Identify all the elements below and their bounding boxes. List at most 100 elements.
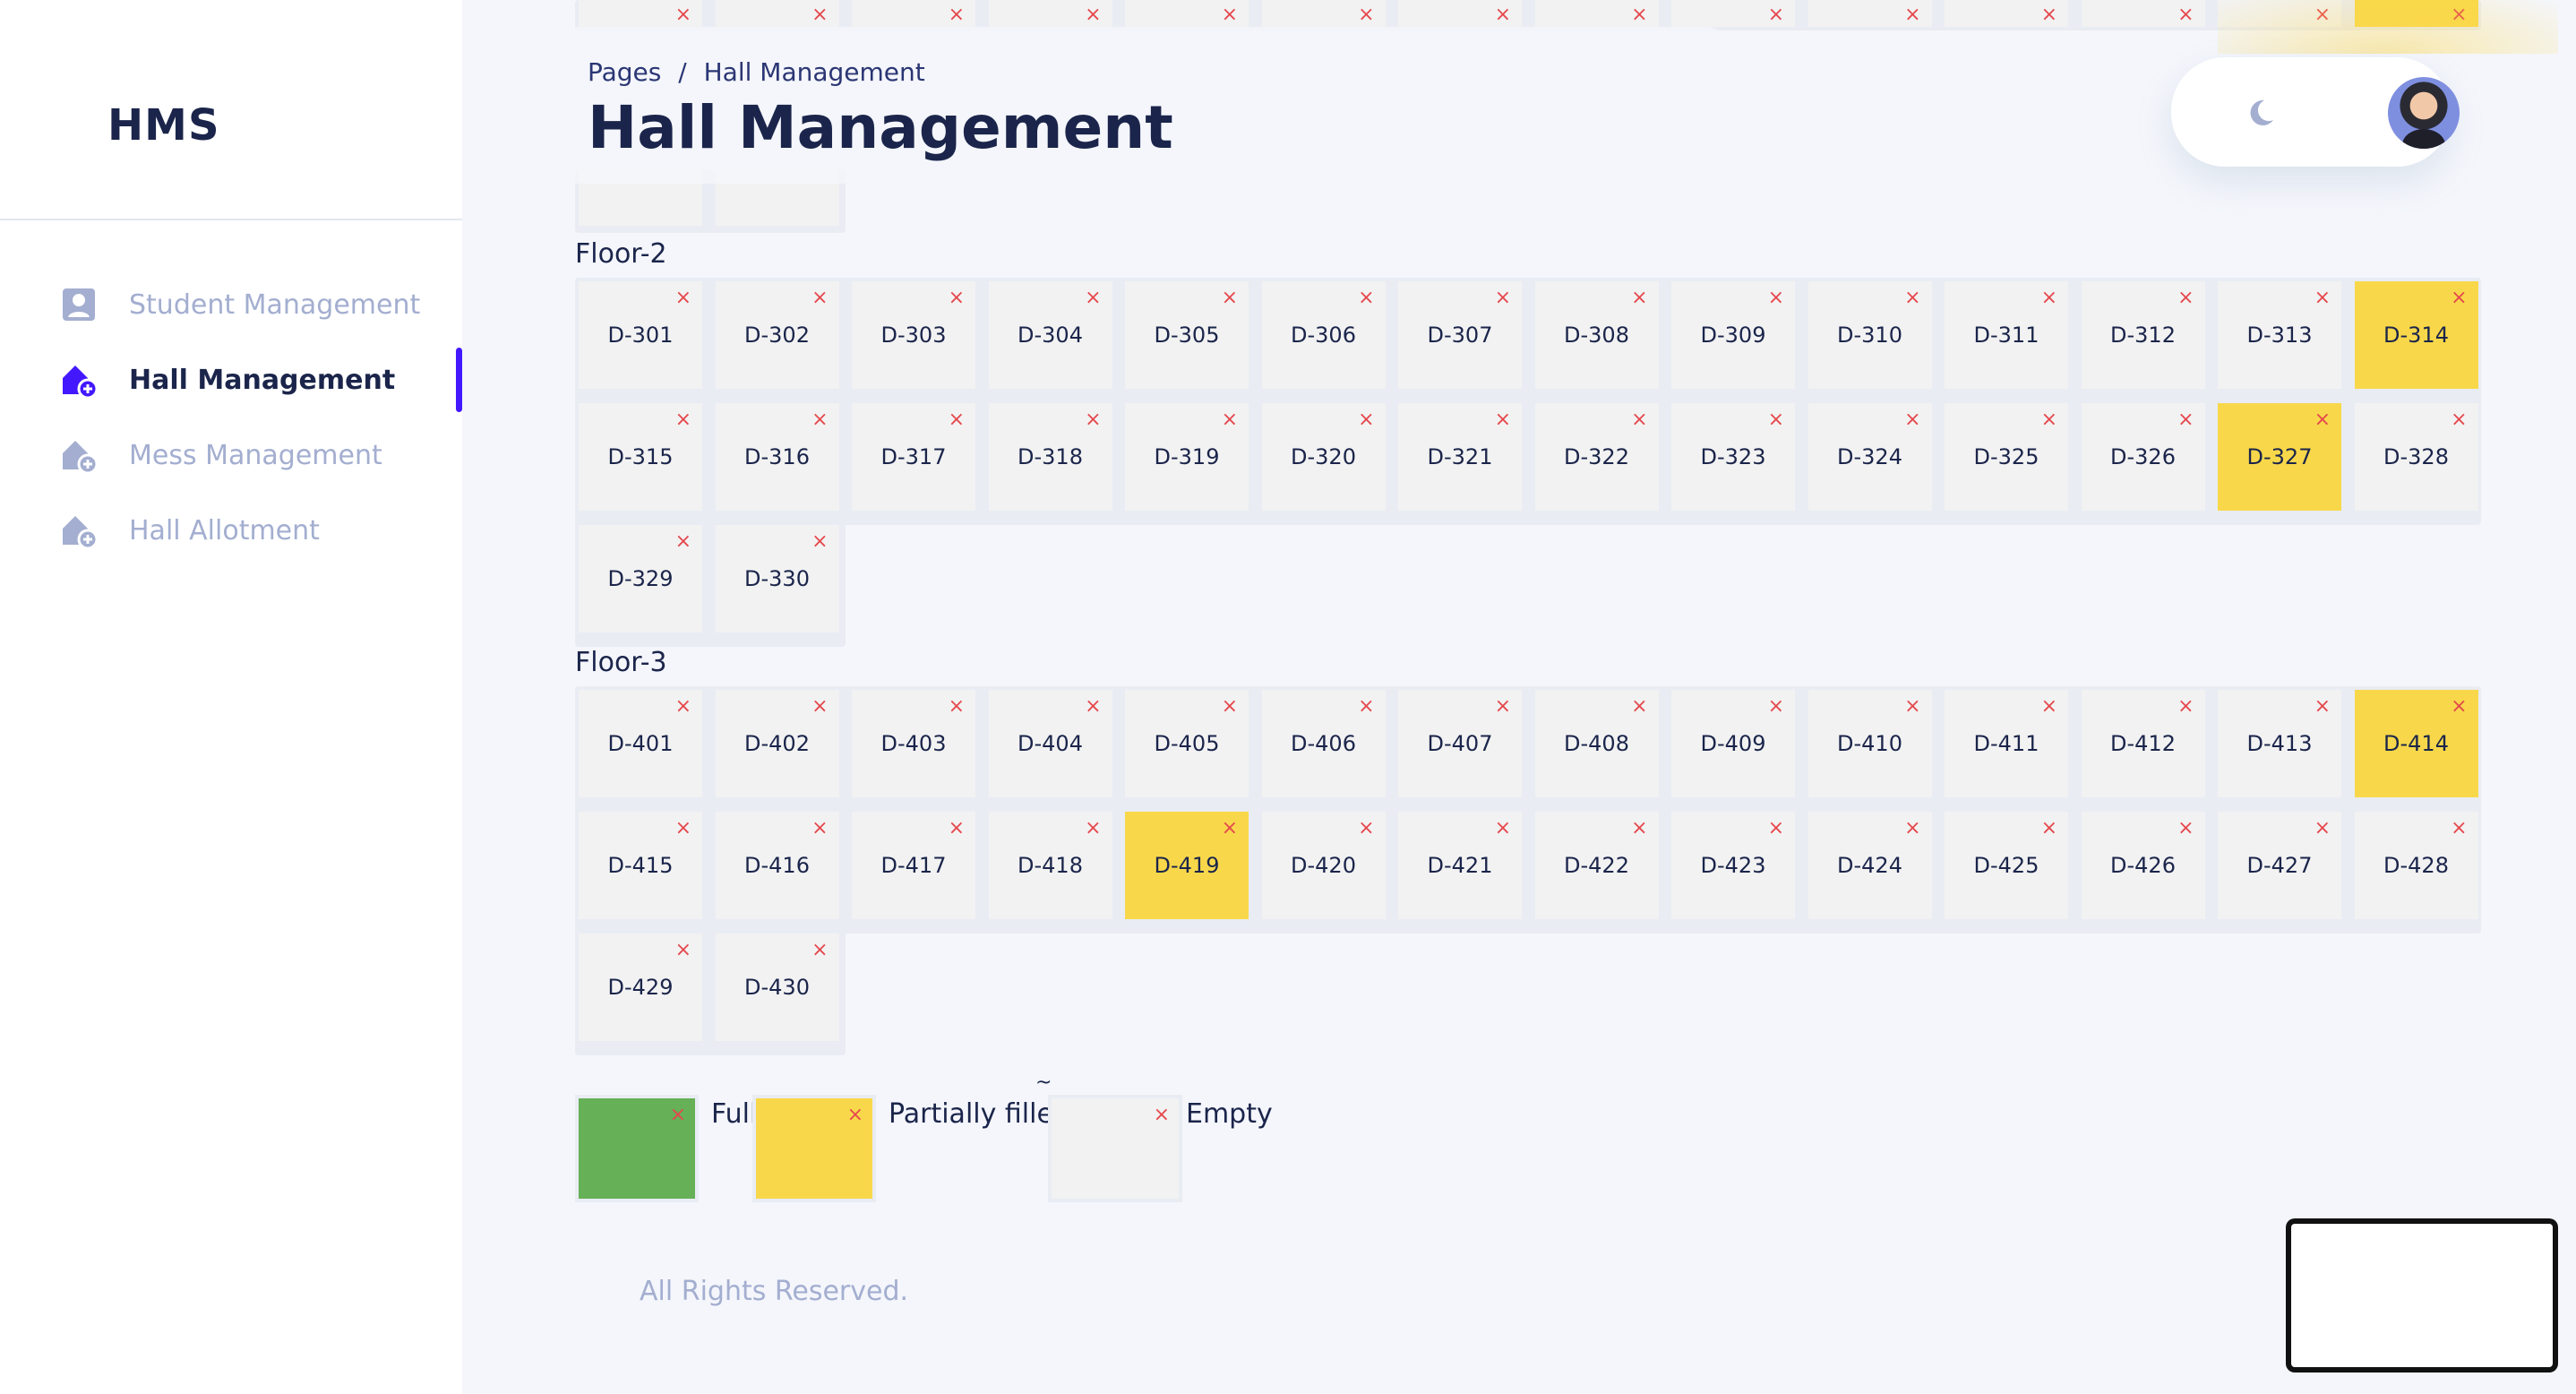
room-tile[interactable]: D-410 × bbox=[1807, 690, 1932, 797]
close-icon[interactable]: × bbox=[2041, 288, 2057, 308]
room-tile[interactable]: D-430 × bbox=[715, 934, 839, 1041]
close-icon[interactable]: × bbox=[949, 819, 965, 839]
close-icon[interactable]: × bbox=[2451, 410, 2467, 430]
room-tile[interactable]: D-311 × bbox=[1945, 281, 2068, 389]
room-tile[interactable]: × bbox=[1125, 0, 1249, 27]
room-tile[interactable]: × bbox=[579, 0, 702, 27]
room-tile[interactable]: D-304 × bbox=[988, 281, 1112, 389]
room-tile[interactable]: D-416 × bbox=[715, 812, 839, 919]
room-tile[interactable]: D-427 × bbox=[2218, 812, 2341, 919]
room-tile[interactable]: D-305 × bbox=[1125, 281, 1249, 389]
room-tile[interactable]: D-428 × bbox=[2354, 812, 2478, 919]
room-tile[interactable]: D-411 × bbox=[1945, 690, 2068, 797]
close-icon[interactable]: × bbox=[1768, 819, 1784, 839]
close-icon[interactable]: × bbox=[811, 5, 828, 25]
close-icon[interactable]: × bbox=[1631, 697, 1647, 717]
room-tile[interactable]: D-303 × bbox=[852, 281, 975, 389]
room-tile[interactable]: D-314 × bbox=[2354, 281, 2478, 389]
room-tile[interactable]: D-309 × bbox=[1671, 281, 1795, 389]
room-tile[interactable]: D-417 × bbox=[852, 812, 975, 919]
room-tile[interactable]: D-318 × bbox=[988, 403, 1112, 511]
room-tile[interactable]: × bbox=[1534, 0, 1659, 27]
sidebar-item-student-management[interactable]: Student Management bbox=[59, 278, 462, 331]
close-icon[interactable]: × bbox=[1631, 819, 1647, 839]
room-tile[interactable]: D-315 × bbox=[579, 403, 702, 511]
room-tile[interactable]: D-322 × bbox=[1534, 403, 1659, 511]
close-icon[interactable]: × bbox=[675, 410, 691, 430]
close-icon[interactable]: × bbox=[1085, 288, 1101, 308]
close-icon[interactable]: × bbox=[675, 288, 691, 308]
room-tile[interactable]: D-326 × bbox=[2081, 403, 2205, 511]
room-tile[interactable]: D-324 × bbox=[1807, 403, 1932, 511]
room-tile[interactable]: × bbox=[1261, 0, 1386, 27]
room-tile[interactable]: × bbox=[852, 0, 975, 27]
close-icon[interactable]: × bbox=[1222, 5, 1238, 25]
close-icon[interactable]: × bbox=[1495, 697, 1511, 717]
close-icon[interactable]: × bbox=[1085, 5, 1101, 25]
room-tile[interactable]: D-413 × bbox=[2218, 690, 2341, 797]
close-icon[interactable]: × bbox=[811, 697, 828, 717]
close-icon[interactable]: × bbox=[811, 532, 828, 552]
avatar[interactable] bbox=[2388, 77, 2460, 149]
close-icon[interactable]: × bbox=[1495, 819, 1511, 839]
room-tile[interactable]: D-308 × bbox=[1534, 281, 1659, 389]
room-tile[interactable]: D-408 × bbox=[1534, 690, 1659, 797]
close-icon[interactable]: × bbox=[1222, 697, 1238, 717]
close-icon[interactable]: × bbox=[2041, 819, 2057, 839]
room-tile[interactable]: D-328 × bbox=[2354, 403, 2478, 511]
close-icon[interactable]: × bbox=[2177, 5, 2194, 25]
sidebar-item-mess-management[interactable]: Mess Management bbox=[59, 428, 462, 482]
close-icon[interactable]: × bbox=[1768, 288, 1784, 308]
room-tile[interactable]: D-330 × bbox=[715, 525, 839, 632]
close-icon[interactable]: × bbox=[1222, 288, 1238, 308]
close-icon[interactable]: × bbox=[1358, 697, 1374, 717]
close-icon[interactable]: × bbox=[811, 288, 828, 308]
room-tile[interactable]: D-421 × bbox=[1398, 812, 1522, 919]
close-icon[interactable]: × bbox=[1222, 410, 1238, 430]
close-icon[interactable]: × bbox=[1085, 410, 1101, 430]
room-tile[interactable]: D-415 × bbox=[579, 812, 702, 919]
close-icon[interactable]: × bbox=[1768, 5, 1784, 25]
room-tile[interactable]: D-402 × bbox=[715, 690, 839, 797]
room-tile[interactable]: × bbox=[1807, 0, 1932, 27]
close-icon[interactable]: × bbox=[1904, 697, 1920, 717]
room-tile[interactable]: D-306 × bbox=[1261, 281, 1386, 389]
room-tile[interactable]: D-405 × bbox=[1125, 690, 1249, 797]
close-icon[interactable]: × bbox=[2041, 410, 2057, 430]
close-icon[interactable]: × bbox=[1358, 5, 1374, 25]
room-tile[interactable]: × bbox=[1945, 0, 2068, 27]
close-icon[interactable]: × bbox=[2451, 288, 2467, 308]
moon-icon[interactable] bbox=[2241, 93, 2277, 129]
room-tile[interactable]: D-419 × bbox=[1125, 812, 1249, 919]
close-icon[interactable]: × bbox=[675, 697, 691, 717]
room-tile[interactable]: × bbox=[1398, 0, 1522, 27]
room-tile[interactable]: D-312 × bbox=[2081, 281, 2205, 389]
room-tile[interactable]: D-412 × bbox=[2081, 690, 2205, 797]
room-tile[interactable]: D-319 × bbox=[1125, 403, 1249, 511]
room-tile[interactable]: D-409 × bbox=[1671, 690, 1795, 797]
close-icon[interactable]: × bbox=[1495, 410, 1511, 430]
room-tile[interactable]: D-302 × bbox=[715, 281, 839, 389]
close-icon[interactable]: × bbox=[1768, 697, 1784, 717]
close-icon[interactable]: × bbox=[675, 819, 691, 839]
close-icon[interactable]: × bbox=[675, 5, 691, 25]
room-tile[interactable]: D-313 × bbox=[2218, 281, 2341, 389]
sidebar-item-hall-allotment[interactable]: Hall Allotment bbox=[59, 503, 462, 557]
room-tile[interactable]: D-301 × bbox=[579, 281, 702, 389]
room-tile[interactable]: D-406 × bbox=[1261, 690, 1386, 797]
close-icon[interactable]: × bbox=[2041, 697, 2057, 717]
preview-thumbnail[interactable] bbox=[2286, 1218, 2558, 1372]
room-tile[interactable]: D-422 × bbox=[1534, 812, 1659, 919]
close-icon[interactable]: × bbox=[2177, 819, 2194, 839]
close-icon[interactable]: × bbox=[1904, 410, 1920, 430]
close-icon[interactable]: × bbox=[1085, 697, 1101, 717]
breadcrumb-root[interactable]: Pages bbox=[588, 57, 661, 87]
room-tile[interactable]: D-320 × bbox=[1261, 403, 1386, 511]
room-tile[interactable]: D-323 × bbox=[1671, 403, 1795, 511]
close-icon[interactable]: × bbox=[2177, 410, 2194, 430]
room-tile[interactable]: D-414 × bbox=[2354, 690, 2478, 797]
close-icon[interactable]: × bbox=[949, 410, 965, 430]
room-tile[interactable]: D-429 × bbox=[579, 934, 702, 1041]
room-tile[interactable]: D-423 × bbox=[1671, 812, 1795, 919]
room-tile[interactable]: × bbox=[1671, 0, 1795, 27]
